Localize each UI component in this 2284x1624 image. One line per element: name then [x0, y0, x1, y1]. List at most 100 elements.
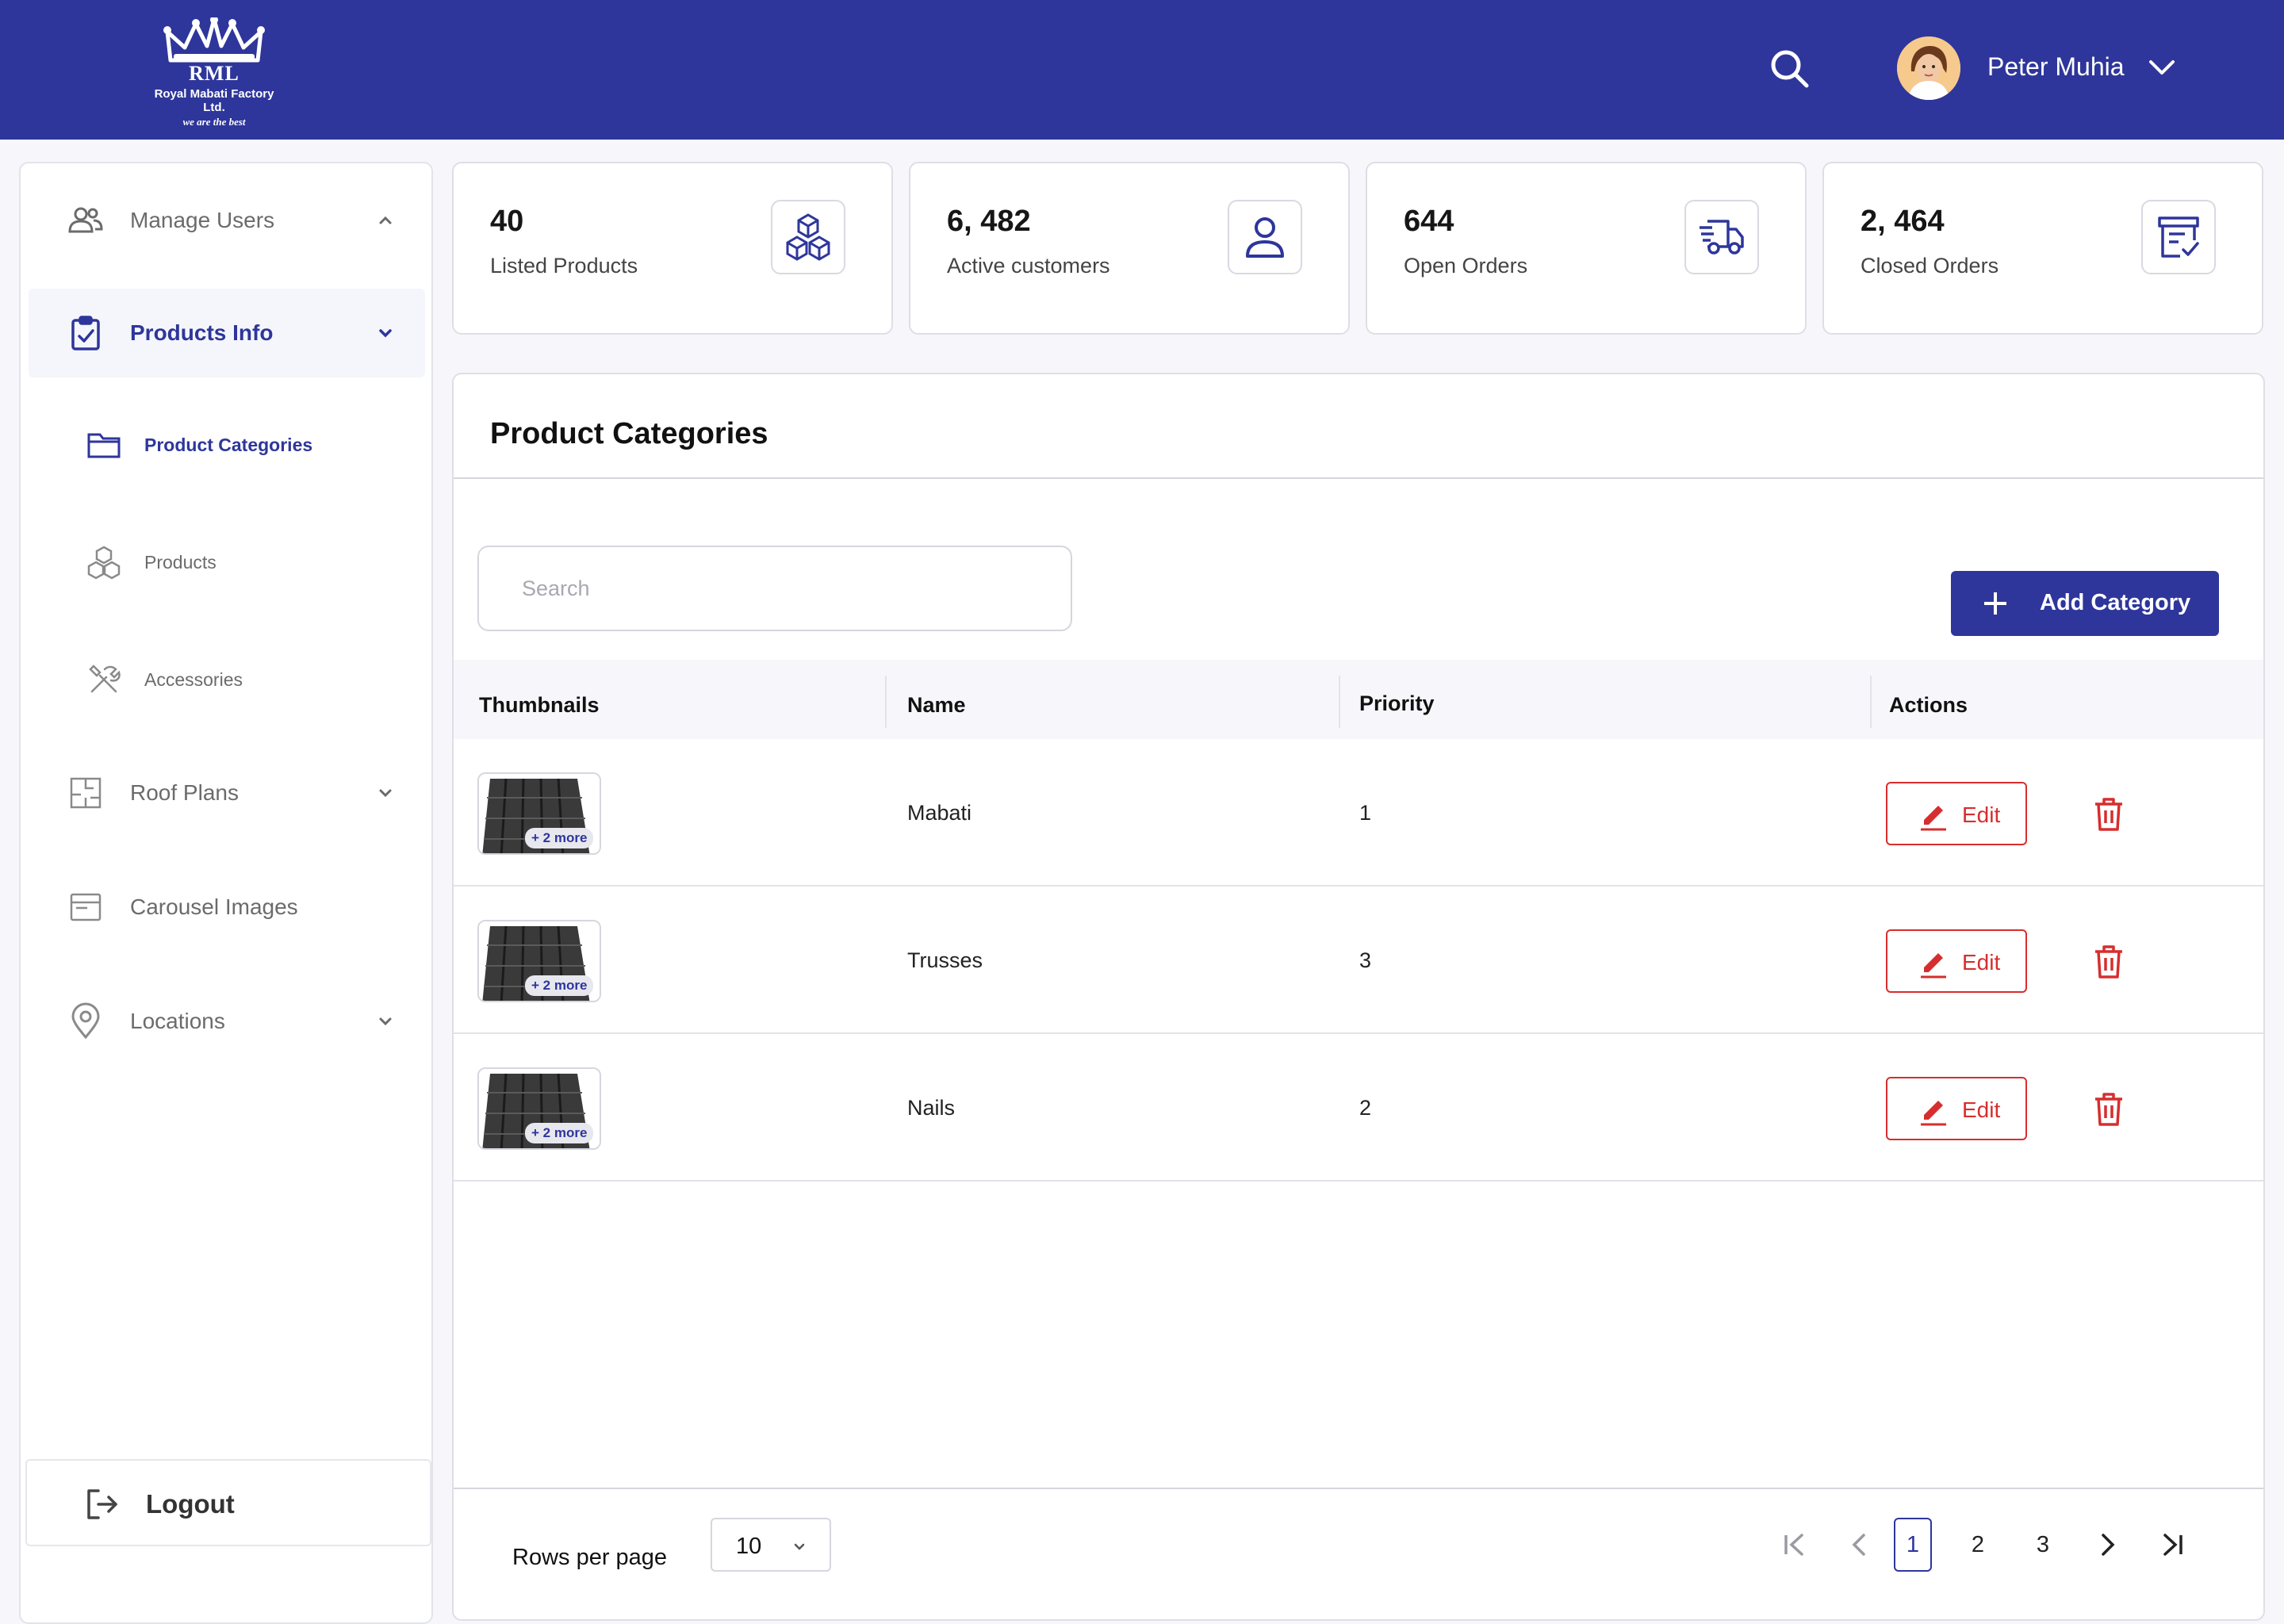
folder-icon — [86, 427, 122, 463]
sidebar-item-locations[interactable]: Locations — [29, 977, 425, 1066]
column-header-name[interactable]: Name — [907, 693, 966, 718]
trash-icon[interactable] — [2092, 1091, 2125, 1128]
brand-company-name: Royal Mabati Factory Ltd. — [154, 87, 274, 114]
category-name: Mabati — [907, 801, 972, 825]
sidebar-item-manage-users[interactable]: Manage Users — [29, 176, 425, 265]
sidebar-item-label: Locations — [130, 1009, 225, 1033]
sidebar-subitem-label: Accessories — [144, 669, 243, 690]
sidebar-subitem-products[interactable]: Products — [29, 523, 425, 603]
stat-value: 644 — [1404, 205, 1454, 238]
table-row: + 2 more Nails 2 Edit — [454, 1034, 2263, 1182]
pencil-icon — [1918, 799, 1949, 831]
pencil-icon — [1918, 1094, 1949, 1126]
edit-button[interactable]: Edit — [1886, 929, 2027, 993]
category-thumbnail[interactable]: + 2 more — [477, 1067, 601, 1150]
sidebar-subitem-label: Product Categories — [144, 435, 313, 455]
user-icon — [1228, 200, 1302, 274]
sidebar-subitem-accessories[interactable]: Accessories — [29, 641, 425, 720]
table-row: + 2 more Mabati 1 Edit — [454, 739, 2263, 887]
stat-label: Active customers — [947, 254, 1110, 278]
category-priority: 1 — [1359, 801, 1372, 825]
stat-value: 6, 482 — [947, 205, 1031, 238]
more-images-badge: + 2 more — [525, 828, 594, 848]
pencil-icon — [1918, 947, 1949, 979]
sidebar-subitem-product-categories[interactable]: Product Categories — [29, 406, 425, 485]
search-field[interactable] — [477, 546, 1072, 631]
sidebar-item-roof-plans[interactable]: Roof Plans — [29, 749, 425, 837]
category-priority: 3 — [1359, 948, 1372, 972]
stat-card-closed-orders: 2, 464 Closed Orders — [1822, 162, 2263, 335]
edit-label: Edit — [1962, 1097, 2001, 1122]
chevron-down-icon — [790, 1537, 809, 1556]
sidebar-item-label: Carousel Images — [130, 894, 298, 919]
next-page-icon[interactable] — [2089, 1518, 2127, 1572]
stat-label: Open Orders — [1404, 254, 1528, 278]
column-divider — [885, 676, 887, 728]
column-header-actions: Actions — [1889, 693, 1968, 717]
more-images-badge: + 2 more — [525, 1123, 594, 1143]
add-category-button[interactable]: Add Category — [1951, 571, 2219, 636]
rows-per-page-label: Rows per page — [512, 1545, 668, 1570]
sidebar-item-label: Manage Users — [130, 208, 275, 232]
page-button-2[interactable]: 2 — [1959, 1518, 1997, 1572]
category-thumbnail[interactable]: + 2 more — [477, 772, 601, 855]
delivery-truck-icon — [1684, 200, 1759, 274]
trash-icon[interactable] — [2092, 796, 2125, 833]
column-header-priority[interactable]: Priority — [1359, 691, 1435, 716]
clipboard-check-icon — [67, 314, 105, 352]
category-thumbnail[interactable]: + 2 more — [477, 920, 601, 1002]
page-button-1[interactable]: 1 — [1894, 1518, 1932, 1572]
sidebar-item-label: Products Info — [130, 320, 274, 345]
table-header: Thumbnails Name Priority Actions — [454, 660, 2263, 739]
search-icon[interactable] — [1767, 46, 1811, 90]
brand-logo[interactable]: RML Royal Mabati Factory Ltd. we are the… — [143, 17, 286, 128]
floor-plan-icon — [67, 774, 105, 812]
rows-per-page-value: 10 — [736, 1534, 762, 1559]
column-divider — [1870, 676, 1872, 728]
product-categories-panel: Product Categories Add Category Thumbnai… — [452, 373, 2265, 1621]
sidebar-item-products-info[interactable]: Products Info — [29, 289, 425, 377]
archive-check-icon — [2141, 200, 2216, 274]
stat-label: Closed Orders — [1861, 254, 1999, 278]
user-name[interactable]: Peter Muhia — [1987, 52, 2125, 82]
category-name: Nails — [907, 1096, 956, 1120]
edit-label: Edit — [1962, 950, 2001, 975]
search-input[interactable] — [479, 547, 1071, 630]
trash-icon[interactable] — [2092, 944, 2125, 980]
logout-label: Logout — [146, 1489, 235, 1519]
stat-label: Listed Products — [490, 254, 638, 278]
logout-button[interactable]: Logout — [25, 1459, 431, 1546]
table-row: + 2 more Trusses 3 Edit — [454, 887, 2263, 1034]
stat-value: 40 — [490, 205, 524, 238]
column-header-thumbnails[interactable]: Thumbnails — [479, 693, 600, 718]
sidebar-item-carousel-images[interactable]: Carousel Images — [29, 863, 425, 952]
chevron-up-icon — [374, 209, 397, 232]
avatar[interactable] — [1897, 36, 1960, 100]
chevron-down-icon — [374, 322, 397, 344]
location-pin-icon — [67, 1002, 105, 1040]
first-page-icon[interactable] — [1775, 1518, 1813, 1572]
column-divider — [1339, 676, 1340, 728]
table-footer: Rows per page 10 1 2 3 — [454, 1488, 2263, 1621]
more-images-badge: + 2 more — [525, 975, 594, 996]
page-button-3[interactable]: 3 — [2024, 1518, 2062, 1572]
brand-abbr: RML — [189, 62, 240, 85]
brand-tagline: we are the best — [182, 116, 246, 128]
chevron-down-icon — [374, 1010, 397, 1032]
rows-per-page-select[interactable]: 10 — [711, 1518, 831, 1572]
sidebar-subitem-label: Products — [144, 552, 217, 573]
previous-page-icon[interactable] — [1840, 1518, 1878, 1572]
stat-card-listed-products: 40 Listed Products — [452, 162, 893, 335]
edit-button[interactable]: Edit — [1886, 782, 2027, 845]
edit-label: Edit — [1962, 802, 2001, 827]
plus-icon — [1979, 588, 2011, 619]
category-priority: 2 — [1359, 1096, 1372, 1120]
edit-button[interactable]: Edit — [1886, 1077, 2027, 1140]
stat-card-active-customers: 6, 482 Active customers — [909, 162, 1350, 335]
chevron-down-icon[interactable] — [2148, 57, 2176, 79]
top-bar: RML Royal Mabati Factory Ltd. we are the… — [0, 0, 2284, 140]
cubes-icon — [771, 200, 845, 274]
add-category-label: Add Category — [2040, 590, 2191, 615]
last-page-icon[interactable] — [2154, 1518, 2192, 1572]
category-name: Trusses — [907, 948, 983, 972]
